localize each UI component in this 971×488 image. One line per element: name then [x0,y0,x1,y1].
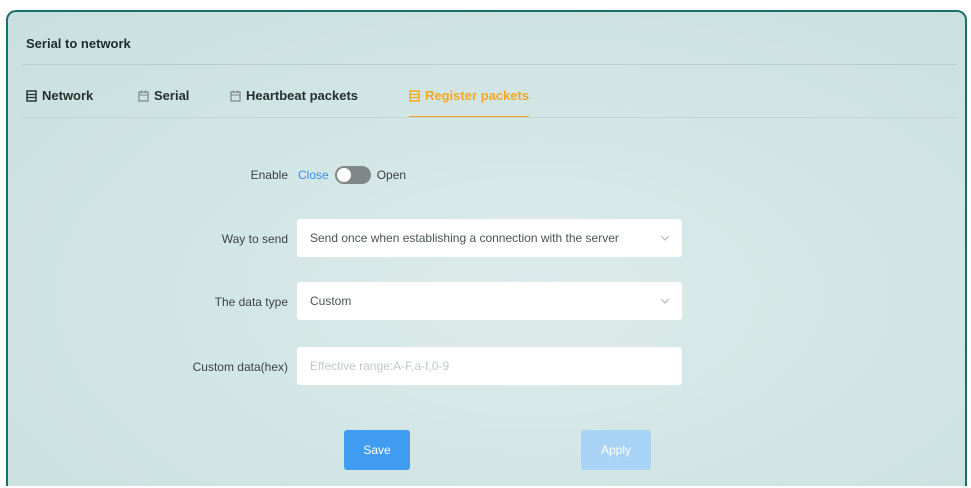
way-to-send-label: Way to send [221,232,288,246]
save-button[interactable]: Save [344,430,410,470]
toggle-knob [336,168,351,182]
calendar-icon [138,90,149,102]
enable-on-label[interactable]: Open [377,168,406,182]
custom-data-input[interactable]: Effective range:A-F,a-f,0-9 [297,347,682,385]
enable-switch-group: Close Open [298,165,406,185]
chevron-down-icon [660,298,670,304]
way-to-send-select[interactable]: Send once when establishing a connection… [297,219,682,257]
chevron-down-icon [660,235,670,241]
tab-register-packets[interactable]: Register packets [409,88,530,118]
panel-title: Serial to network [26,36,131,51]
tab-network-label: Network [42,88,94,103]
tab-register-packets-label: Register packets [425,88,530,103]
tabs-divider [22,117,957,118]
tab-heartbeat-packets[interactable]: Heartbeat packets [230,88,358,116]
serial-to-network-panel: Serial to network Network Serial Heartbe… [6,10,967,486]
tab-serial[interactable]: Serial [138,88,189,116]
way-to-send-value: Send once when establishing a connection… [310,231,619,245]
calendar-icon [230,90,241,102]
tab-heartbeat-packets-label: Heartbeat packets [246,88,358,103]
data-type-label: The data type [214,295,288,309]
enable-toggle[interactable] [334,166,371,184]
tab-serial-label: Serial [154,88,190,103]
data-type-value: Custom [310,294,352,308]
enable-label: Enable [250,168,288,182]
server-icon [409,90,420,102]
title-divider [22,64,957,65]
tab-network[interactable]: Network [26,88,93,116]
enable-off-label[interactable]: Close [298,168,329,182]
custom-data-placeholder: Effective range:A-F,a-f,0-9 [310,359,450,373]
apply-button[interactable]: Apply [581,430,651,470]
data-type-select[interactable]: Custom [297,282,682,320]
server-icon [26,90,37,102]
custom-data-label: Custom data(hex) [192,360,288,374]
